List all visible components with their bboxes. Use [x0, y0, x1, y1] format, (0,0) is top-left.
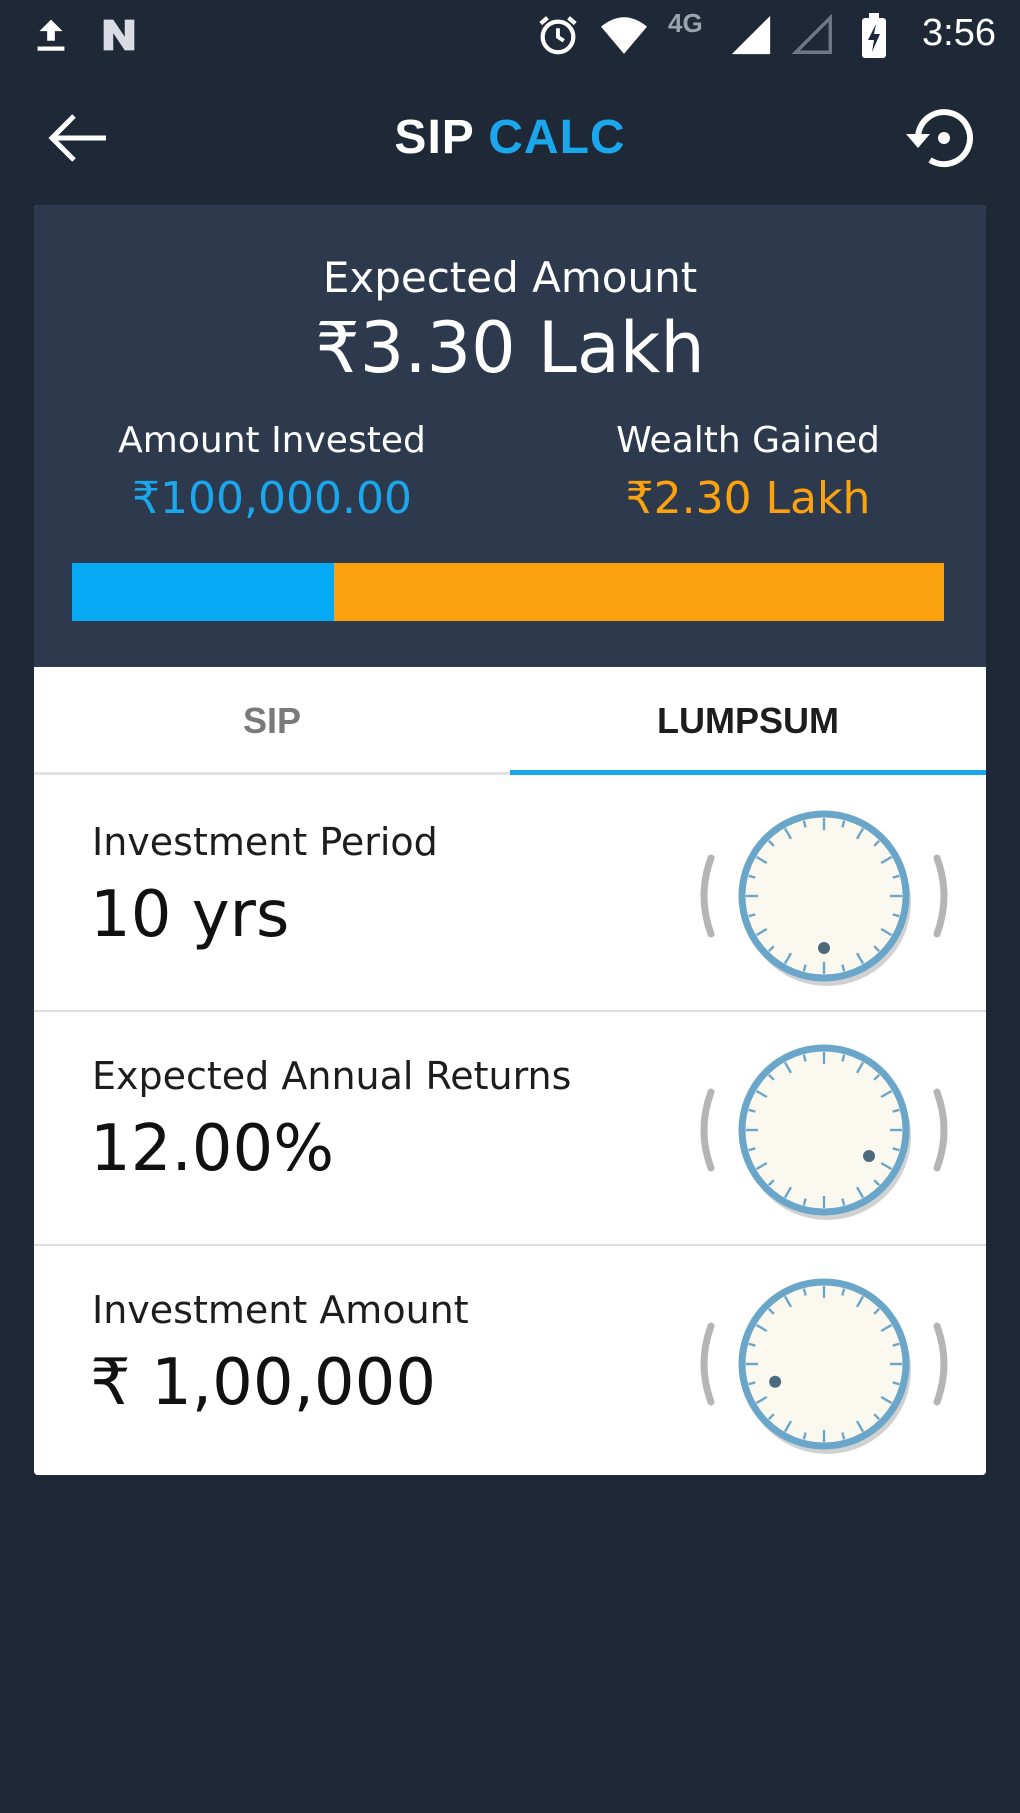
result-summary: Expected Amount ₹3.30 Lakh Amount Invest… — [34, 205, 986, 667]
investment-period-dial[interactable] — [689, 798, 959, 998]
mode-tabs: SIP LUMPSUM — [34, 667, 986, 775]
app-title: SIP CALC — [0, 110, 1020, 165]
upload-icon — [37, 19, 65, 51]
reset-button[interactable] — [900, 100, 980, 176]
app-bar: SIP CALC — [0, 72, 1020, 202]
status-time: 3:56 — [922, 12, 996, 54]
status-bar: 4G 3:56 — [0, 0, 1020, 72]
network-type: 4G — [668, 8, 703, 38]
signal-icon — [731, 15, 771, 55]
amount-invested: Amount Invested ₹100,000.00 — [34, 420, 510, 524]
investment-period-label: Investment Period — [92, 820, 438, 864]
amount-invested-label: Amount Invested — [118, 420, 426, 461]
expected-returns-row: Expected Annual Returns 12.00% — [34, 1012, 986, 1246]
expected-returns-value: 12.00% — [90, 1112, 335, 1186]
app-title-calc: CALC — [488, 111, 626, 164]
dial-knob-icon — [700, 1278, 948, 1454]
alarm-icon — [539, 16, 577, 55]
signal-empty-icon — [791, 13, 832, 54]
active-tab-indicator — [510, 770, 986, 775]
expected-returns-dial[interactable] — [689, 1032, 959, 1232]
history-reset-icon — [906, 109, 973, 168]
amount-invested-value: ₹100,000.00 — [132, 473, 412, 524]
investment-amount-dial[interactable] — [689, 1266, 959, 1466]
investment-amount-label: Investment Amount — [92, 1288, 469, 1332]
investment-amount-value: ₹ 1,00,000 — [90, 1346, 437, 1420]
wealth-gained-label: Wealth Gained — [616, 420, 880, 461]
battery-charging-icon — [862, 13, 886, 58]
wealth-gained: Wealth Gained ₹2.30 Lakh — [510, 420, 986, 524]
expected-amount-value: ₹3.30 Lakh — [315, 307, 705, 389]
investment-period-value: 10 yrs — [90, 878, 290, 952]
invested-portion-bar — [72, 563, 334, 621]
investment-period-row: Investment Period 10 yrs — [34, 778, 986, 1012]
expected-returns-label: Expected Annual Returns — [92, 1054, 572, 1098]
wealth-gained-value: ₹2.30 Lakh — [625, 473, 871, 524]
invested-vs-gained-bar — [72, 563, 944, 621]
calculator-card: Expected Amount ₹3.30 Lakh Amount Invest… — [34, 205, 986, 1475]
investment-amount-row: Investment Amount ₹ 1,00,000 — [34, 1246, 986, 1475]
expected-amount-label: Expected Amount — [322, 253, 698, 302]
dial-knob-icon — [700, 1044, 948, 1220]
wifi-icon — [601, 17, 647, 54]
n-notification-icon — [103, 19, 135, 51]
dial-knob-icon — [700, 810, 948, 986]
tab-sip[interactable]: SIP — [34, 667, 510, 775]
tab-lumpsum[interactable]: LUMPSUM — [510, 667, 986, 775]
app-title-sip: SIP — [394, 111, 474, 164]
